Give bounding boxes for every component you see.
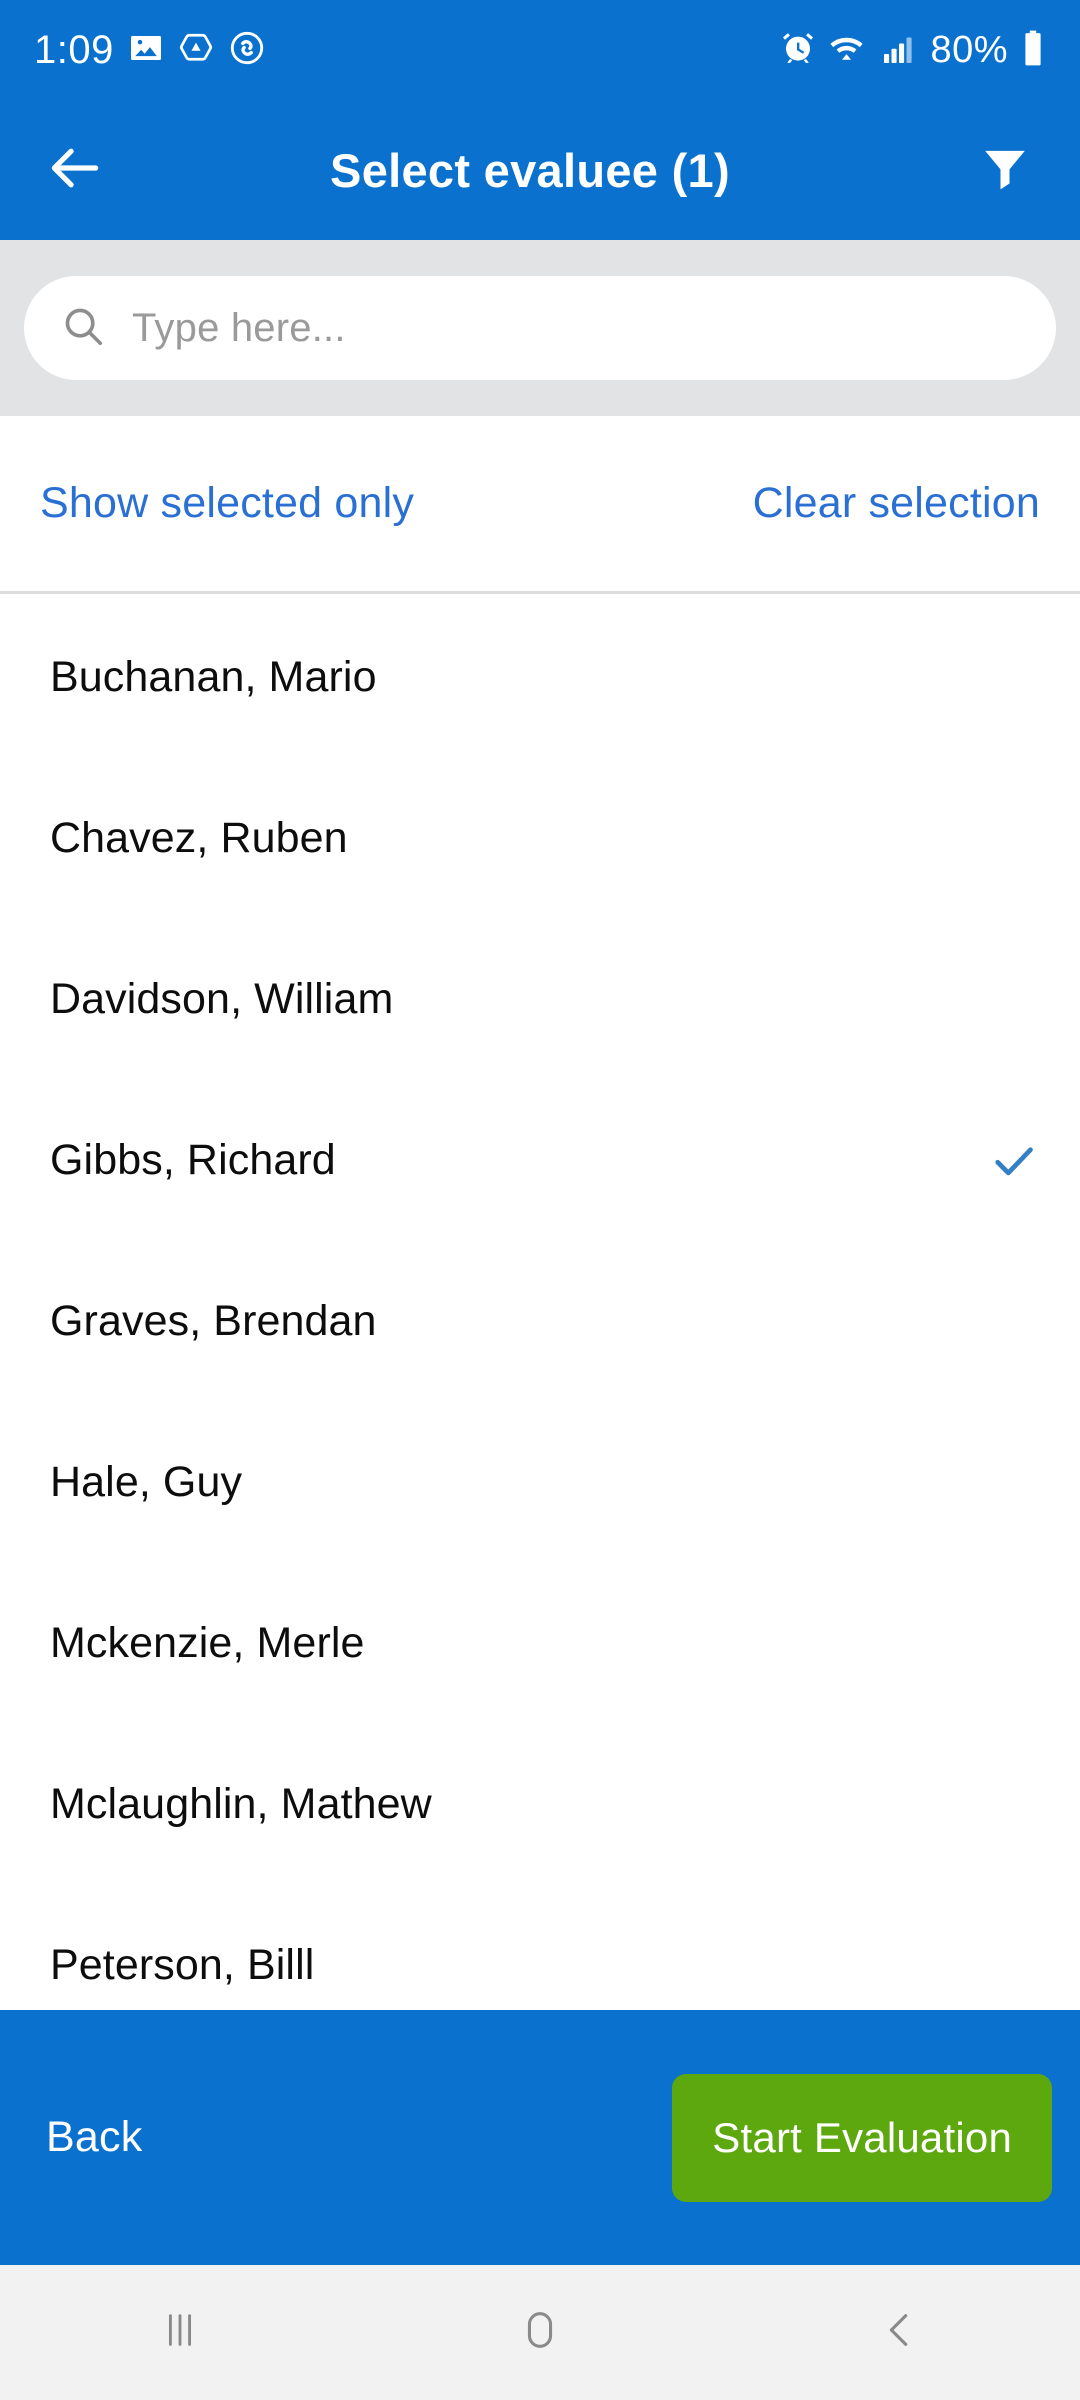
search-icon (60, 303, 106, 354)
app-bar: Select evaluee (1) (0, 100, 1080, 240)
list-item[interactable]: Peterson, Billl (0, 1885, 1080, 2010)
home-icon (517, 2307, 563, 2358)
list-item[interactable]: Chavez, Ruben (0, 758, 1080, 919)
list-item-label: Mclaughlin, Mathew (50, 1780, 432, 1828)
nav-back-button[interactable] (720, 2307, 1080, 2358)
back-button[interactable] (0, 100, 150, 240)
status-bar-left: 1:09 (34, 29, 266, 72)
search-placeholder: Type here... (132, 305, 346, 350)
clear-selection-link[interactable]: Clear selection (753, 479, 1040, 528)
bottom-action-bar: Back Start Evaluation (0, 2010, 1080, 2265)
list-item[interactable]: Hale, Guy (0, 1402, 1080, 1563)
back-text-button[interactable]: Back (28, 2099, 160, 2176)
list-item[interactable]: Graves, Brendan (0, 1241, 1080, 1402)
battery-icon (1020, 29, 1046, 72)
filter-icon (978, 141, 1032, 200)
status-clock: 1:09 (34, 28, 114, 72)
search-bar-container: Type here... (0, 240, 1080, 416)
battery-percent-label: 80% (930, 29, 1008, 71)
shazam-icon (228, 29, 266, 72)
wifi-icon (828, 30, 868, 71)
list-item-label: Chavez, Ruben (50, 814, 348, 862)
list-item[interactable]: Mckenzie, Merle (0, 1563, 1080, 1724)
home-button[interactable] (360, 2307, 720, 2358)
list-item-label: Davidson, William (50, 975, 394, 1023)
recents-button[interactable] (0, 2307, 360, 2358)
check-icon (988, 1135, 1040, 1187)
list-item[interactable]: Mclaughlin, Mathew (0, 1724, 1080, 1885)
recents-icon (157, 2307, 203, 2358)
list-item-label: Graves, Brendan (50, 1297, 377, 1345)
status-bar-right: 80% (780, 29, 1046, 72)
search-input[interactable]: Type here... (24, 276, 1056, 380)
phone-screen: 1:09 80% Select evaluee (1) Type here...… (0, 0, 1080, 2400)
back-arrow-icon (44, 137, 106, 204)
evaluee-list[interactable]: Buchanan, Mario Chavez, Ruben Davidson, Wi… (0, 597, 1080, 2010)
list-item-label: Peterson, Billl (50, 1941, 315, 1989)
gallery-icon (128, 30, 164, 71)
filter-button[interactable] (930, 100, 1080, 240)
drive-icon (178, 30, 214, 71)
selection-actions-row: Show selected only Clear selection (0, 416, 1080, 594)
android-nav-bar (0, 2265, 1080, 2400)
list-item[interactable]: Davidson, William (0, 919, 1080, 1080)
list-item-label: Buchanan, Mario (50, 653, 377, 701)
start-evaluation-button[interactable]: Start Evaluation (672, 2073, 1052, 2202)
nav-back-icon (877, 2307, 923, 2358)
list-item[interactable]: Gibbs, Richard (0, 1080, 1080, 1241)
signal-icon (880, 30, 918, 71)
list-item[interactable]: Buchanan, Mario (0, 597, 1080, 758)
status-bar: 1:09 80% (0, 0, 1080, 100)
show-selected-only-link[interactable]: Show selected only (40, 479, 414, 528)
list-item-label: Gibbs, Richard (50, 1136, 336, 1184)
page-title: Select evaluee (1) (330, 143, 730, 197)
alarm-icon (780, 30, 816, 71)
list-item-label: Hale, Guy (50, 1458, 243, 1506)
list-item-label: Mckenzie, Merle (50, 1619, 365, 1667)
